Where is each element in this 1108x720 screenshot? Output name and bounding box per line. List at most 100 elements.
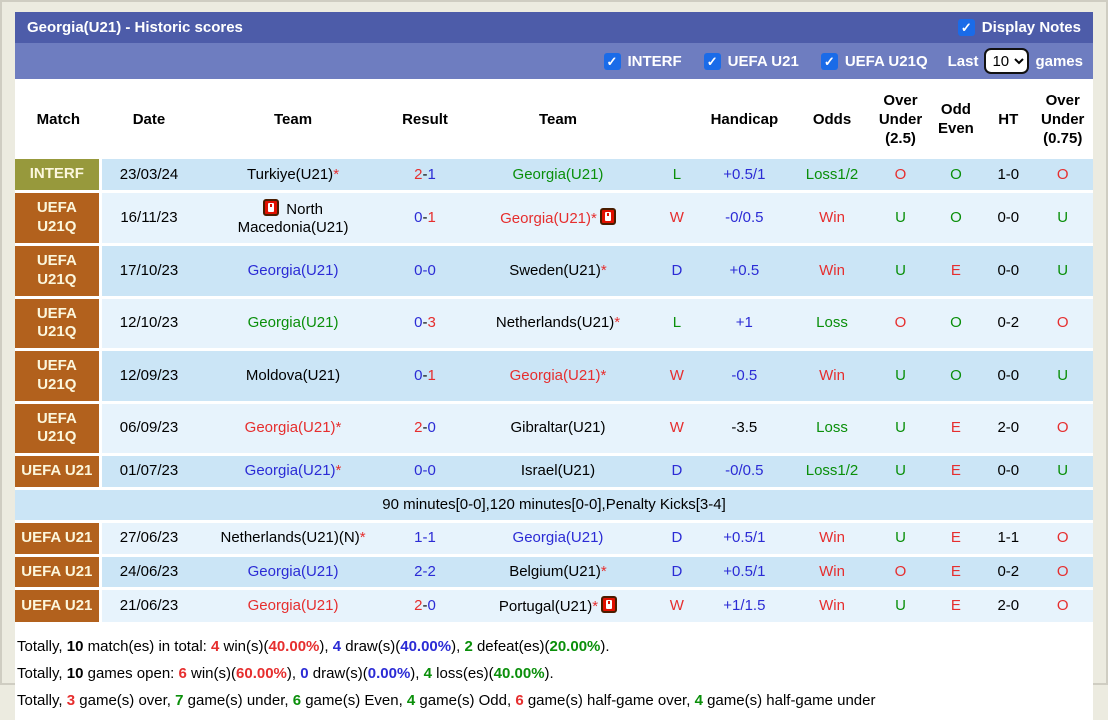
text-segment: D xyxy=(671,529,683,547)
text-segment: draw(s)( xyxy=(341,638,401,656)
match-badge: UEFA U21Q xyxy=(15,298,102,348)
home-team-cell: North Macedonia(U21) xyxy=(196,193,390,243)
text-segment: 6 xyxy=(178,665,187,683)
odd-even-cell: O xyxy=(927,193,985,243)
text-segment: 1 xyxy=(427,529,436,547)
text-segment: O xyxy=(1056,529,1069,547)
text-segment: Totally, xyxy=(17,692,67,710)
result-cell: 1-1 xyxy=(389,522,461,554)
match-badge: UEFA U21Q xyxy=(15,246,102,296)
date-cell: 12/10/23 xyxy=(101,298,197,348)
interf-checkbox-icon[interactable]: ✓ xyxy=(603,52,621,70)
over-under-075-cell: U xyxy=(1032,246,1093,296)
over-under-075-cell: U xyxy=(1032,193,1093,243)
uefa-u21q-checkbox-icon[interactable]: ✓ xyxy=(820,52,838,70)
text-segment: Georgia(U21) xyxy=(512,529,604,547)
text-segment: W xyxy=(669,419,684,437)
text-segment: Georgia(U21) xyxy=(244,419,336,437)
page-title: Georgia(U21) - Historic scores xyxy=(27,19,243,36)
text-segment: * xyxy=(335,462,342,480)
text-segment: * xyxy=(600,261,607,279)
text-segment: O xyxy=(1056,165,1069,183)
text-segment: O xyxy=(1056,314,1069,332)
odds-cell: Win xyxy=(790,556,874,588)
wdl-cell: D xyxy=(655,456,699,487)
text-segment: Israel(U21) xyxy=(520,462,596,480)
over-under-075-cell: U xyxy=(1032,456,1093,487)
odd-even-cell: O xyxy=(927,351,985,401)
uefa-u21q-filter[interactable]: ✓ UEFA U21Q xyxy=(820,52,928,70)
home-team-cell: Netherlands(U21)(N)* xyxy=(196,522,390,554)
table-row: UEFA U21 21/06/23 Georgia(U21) 2-0 Portugal(… xyxy=(15,590,1093,623)
interf-filter[interactable]: ✓ INTERF xyxy=(603,52,682,70)
last-games-select[interactable]: 10 xyxy=(984,48,1030,74)
odd-even-cell: E xyxy=(927,403,985,453)
text-segment: O xyxy=(894,314,907,332)
column-header-2: Team xyxy=(196,82,390,157)
away-team-cell: Netherlands(U21)* xyxy=(460,298,656,348)
text-segment: Georgia(U21) xyxy=(500,210,591,227)
away-team-cell: Sweden(U21)* xyxy=(460,246,656,296)
text-segment: Win xyxy=(819,529,845,547)
handicap-cell: +0.5/1 xyxy=(698,522,791,554)
table-row: UEFA U21Q 16/11/23 North Macedonia(U21) 0-1 G… xyxy=(15,193,1093,243)
odd-even-cell: O xyxy=(927,298,985,348)
date-cell: 12/09/23 xyxy=(101,351,197,401)
text-segment: Turkiye(U21) xyxy=(247,165,334,183)
summary-line-1: Totally, 10 match(es) in total: 4 win(s)… xyxy=(15,633,1093,660)
date-cell: 27/06/23 xyxy=(101,522,197,554)
uefa-u21-checkbox-icon[interactable]: ✓ xyxy=(703,52,721,70)
display-notes-toggle[interactable]: ✓ Display Notes xyxy=(957,19,1081,36)
match-badge: INTERF xyxy=(15,159,102,190)
red-card-icon xyxy=(263,199,280,216)
handicap-cell: +0.5/1 xyxy=(698,556,791,588)
text-segment: 0 xyxy=(300,665,309,683)
date-cell: 23/03/24 xyxy=(101,159,197,190)
away-team-cell: Georgia(U21)* xyxy=(460,351,656,401)
text-segment: -0/0.5 xyxy=(725,209,764,226)
text-segment: * xyxy=(600,366,607,384)
text-segment: 2 xyxy=(464,638,473,656)
over-under-075-cell: O xyxy=(1032,522,1093,554)
odds-cell: Win xyxy=(790,246,874,296)
text-segment: U xyxy=(895,261,906,279)
over-under-25-cell: O xyxy=(873,159,928,190)
wdl-cell: L xyxy=(655,298,699,348)
header-row: Match Date Team Result Team Handicap Odds Over U… xyxy=(15,82,1093,157)
note-cell: 90 minutes[0-0],120 minutes[0-0],Penalty… xyxy=(15,489,1093,520)
away-team-cell: Georgia(U21) xyxy=(460,159,656,190)
title-bar: Georgia(U21) - Historic scores ✓ Display… xyxy=(15,12,1093,43)
text-segment: +0.5/1 xyxy=(723,562,766,580)
text-segment: match(es) in total: xyxy=(83,638,211,656)
text-segment: L xyxy=(672,165,682,183)
over-under-25-cell: U xyxy=(873,403,928,453)
text-segment: Georgia(U21) xyxy=(247,597,339,615)
column-header-8: Over Under (2.5) xyxy=(873,82,928,157)
text-segment: 1 xyxy=(427,366,436,384)
column-header-1: Date xyxy=(101,82,197,157)
filter-bar: ✓ INTERF ✓ UEFA U21 ✓ UEFA U21Q Last 10 games xyxy=(15,43,1093,79)
over-under-25-cell: U xyxy=(873,193,928,243)
text-segment: O xyxy=(950,165,962,183)
text-segment: -0/0.5 xyxy=(725,462,764,480)
uefa-u21-filter[interactable]: ✓ UEFA U21 xyxy=(703,52,799,70)
text-segment: Win xyxy=(819,366,845,384)
text-segment: 2 xyxy=(414,597,423,615)
ht-cell: 1-0 xyxy=(984,159,1033,190)
ht-cell: 0-2 xyxy=(984,298,1033,348)
text-segment: E xyxy=(950,419,961,437)
odd-even-cell: E xyxy=(927,246,985,296)
text-segment: Totally, xyxy=(17,638,67,656)
text-segment: O xyxy=(950,314,962,332)
over-under-075-cell: O xyxy=(1032,298,1093,348)
text-segment: ). xyxy=(600,638,610,656)
odds-cell: Loss xyxy=(790,298,874,348)
display-notes-checkbox-icon[interactable]: ✓ xyxy=(957,19,975,36)
result-cell: 0-1 xyxy=(389,193,461,243)
text-segment: 6 xyxy=(292,692,302,710)
odd-even-cell: E xyxy=(927,522,985,554)
over-under-075-cell: O xyxy=(1032,403,1093,453)
text-segment: 4 xyxy=(406,692,416,710)
text-segment: win(s)( xyxy=(219,638,269,656)
text-segment: 2 xyxy=(414,165,423,183)
